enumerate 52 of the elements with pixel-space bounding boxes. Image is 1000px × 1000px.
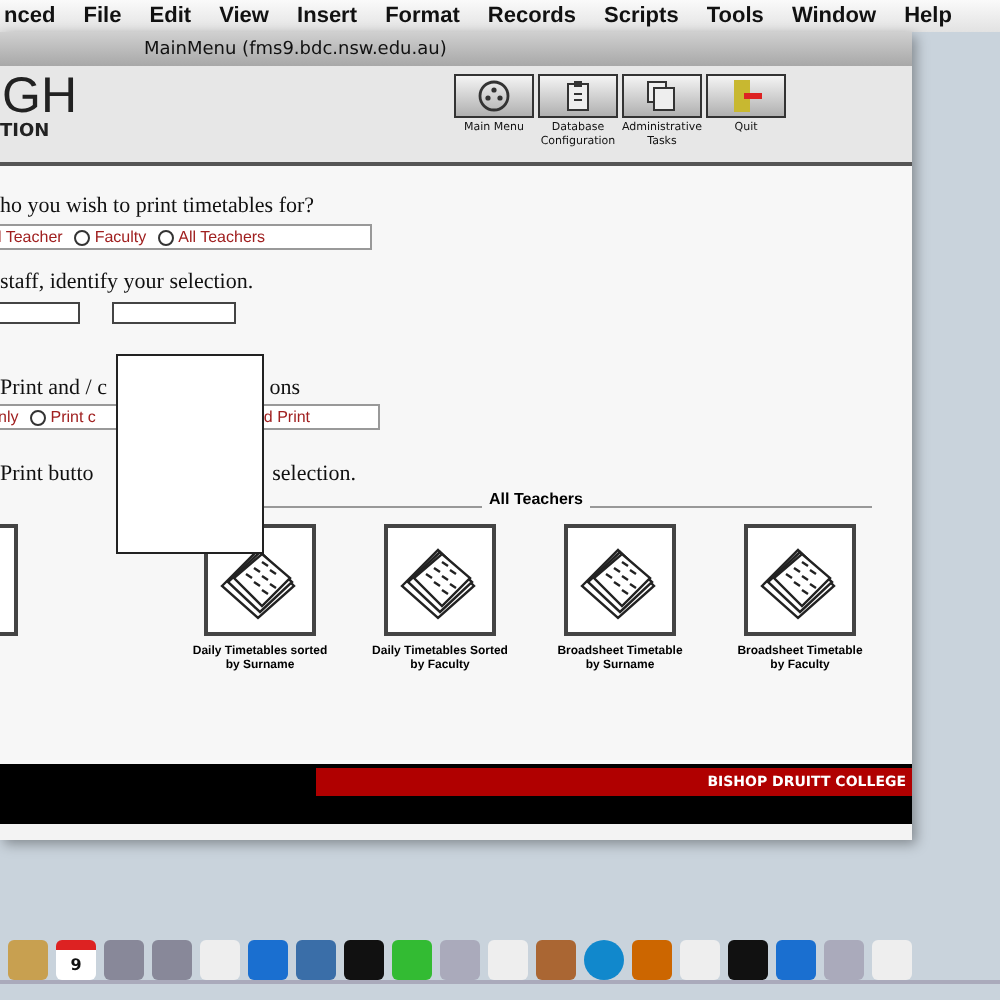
radio-option[interactable]: d Print [263,408,311,426]
menu-item[interactable]: File [83,4,122,28]
radio-option[interactable]: All Teachers [158,228,266,246]
menu-item[interactable]: Format [385,4,460,28]
app-icon[interactable] [296,940,336,980]
exit-door-icon [728,78,764,114]
question-text: Print butto [0,462,94,486]
menu-item[interactable]: Tools [706,4,764,28]
app-icon[interactable] [344,940,384,980]
app-icon[interactable] [728,940,768,980]
radio-option[interactable]: Print c [30,408,96,426]
menu-item[interactable]: Window [791,4,877,28]
question-text: selection. [272,462,356,486]
radio-option[interactable]: Faculty [74,228,147,246]
input-field[interactable] [0,302,80,324]
question-text: Print and / c [0,376,107,400]
report-button[interactable] [384,524,496,636]
menu-item[interactable]: Scripts [604,4,679,28]
logo-text: TION [0,122,52,142]
menu-item[interactable]: nced [4,4,56,28]
menu-item[interactable]: View [219,4,269,28]
menu-item[interactable]: Insert [297,4,358,28]
radio-button[interactable] [74,229,91,245]
app-icon[interactable] [152,940,192,980]
quit-button[interactable] [706,74,786,118]
app-icon[interactable] [632,940,672,980]
question-text: ons [269,376,300,400]
logo-text: GH [2,70,77,122]
menu-item[interactable]: Edit [149,4,192,28]
window-title: MainMenu (fms9.bdc.nsw.edu.au) [144,39,447,59]
question-text: staff, identify your selection. [0,270,256,294]
toolbar-button[interactable] [538,74,618,118]
app-icon[interactable] [104,940,144,980]
section-heading: All Teachers [481,490,591,510]
target-icon [476,78,512,114]
report-button[interactable] [744,524,856,636]
dropdown-list[interactable] [116,354,264,554]
app-icon[interactable] [584,940,624,980]
app-icon[interactable] [776,940,816,980]
radio-button[interactable] [158,229,175,245]
dropdown-field[interactable] [112,302,236,324]
radio-button[interactable] [30,409,47,425]
report-button[interactable] [564,524,676,636]
app-icon[interactable]: 9 [56,940,96,980]
app-icon[interactable] [248,940,288,980]
toolbar-button[interactable] [622,74,702,118]
documents-icon [644,78,680,114]
toolbar-button[interactable] [454,74,534,118]
app-icon[interactable] [536,940,576,980]
menu-item[interactable]: Help [904,4,952,28]
menu-item[interactable]: Records [487,4,576,28]
question-text: ho you wish to print timetables for? [0,194,317,218]
